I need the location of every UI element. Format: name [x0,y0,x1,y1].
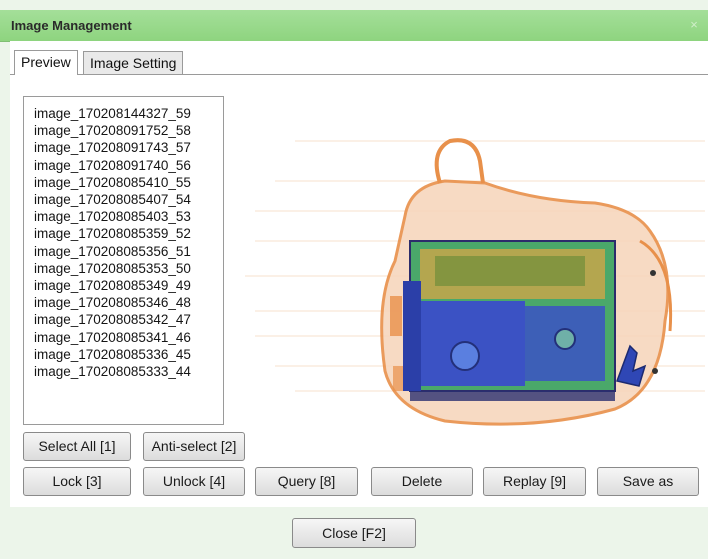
list-item[interactable]: image_170208085403_53 [24,208,223,225]
image-management-window: Image Management × Preview Image Setting… [0,0,708,559]
side-item [390,296,402,336]
bag-handle [434,138,485,184]
image-file-list[interactable]: image_170208144327_59 image_170208091752_… [23,96,224,425]
list-item[interactable]: image_170208085342_47 [24,311,223,328]
list-item[interactable]: image_170208085407_54 [24,191,223,208]
tab-image-setting[interactable]: Image Setting [83,51,184,74]
left-block [403,281,421,391]
list-item[interactable]: image_170208091740_56 [24,157,223,174]
title-bar[interactable]: Image Management × [0,10,708,42]
list-item[interactable]: image_170208085410_55 [24,174,223,191]
side-item-2 [393,366,403,391]
list-item[interactable]: image_170208085349_49 [24,277,223,294]
query-button[interactable]: Query [8] [255,467,358,496]
list-item[interactable]: image_170208091743_57 [24,139,223,156]
tab-divider [10,74,708,75]
fan-circle [450,341,480,371]
list-item[interactable]: image_170208085333_44 [24,363,223,380]
close-icon[interactable]: × [686,17,702,33]
save-as-button[interactable]: Save as [597,467,699,496]
rivet-top [650,270,656,276]
list-item[interactable]: image_170208085346_48 [24,294,223,311]
delete-button[interactable]: Delete [371,467,473,496]
list-item[interactable]: image_170208085353_50 [24,260,223,277]
tab-bar: Preview Image Setting [10,50,708,75]
list-item[interactable]: image_170208144327_59 [24,105,223,122]
list-item[interactable]: image_170208091752_58 [24,122,223,139]
content-panel: Preview Image Setting image_170208144327… [10,41,708,507]
list-item[interactable]: image_170208085336_45 [24,346,223,363]
lock-button[interactable]: Lock [3] [23,467,131,496]
list-item[interactable]: image_170208085359_52 [24,225,223,242]
list-item[interactable]: image_170208085356_51 [24,243,223,260]
replay-button[interactable]: Replay [9] [483,467,586,496]
keyboard-region [435,256,585,286]
select-all-button[interactable]: Select All [1] [23,432,131,461]
unlock-button[interactable]: Unlock [4] [143,467,245,496]
bottom-edge [410,391,615,401]
xray-scan-image [235,91,708,431]
tab-preview[interactable]: Preview [14,50,78,75]
anti-select-button[interactable]: Anti-select [2] [143,432,245,461]
fan-circle-2 [554,328,576,350]
close-button[interactable]: Close [F2] [292,518,416,548]
list-item[interactable]: image_170208085341_46 [24,329,223,346]
rivet-bottom [652,368,658,374]
window-title: Image Management [11,18,132,33]
